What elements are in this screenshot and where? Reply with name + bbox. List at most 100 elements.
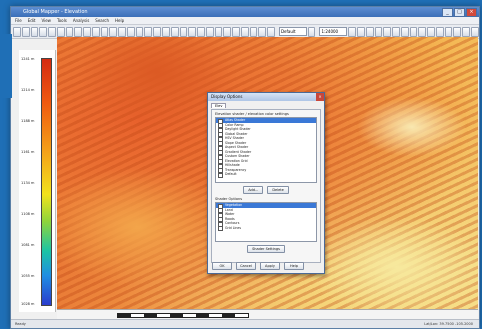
toolbar-tool-icon[interactable] <box>374 26 383 37</box>
legend-tick: 1188 m <box>21 119 35 123</box>
legend-tick: 1081 m <box>21 243 35 247</box>
title-bar: Global Mapper - Elevation _ □ × <box>11 7 479 17</box>
toolbar-tool-icon[interactable] <box>392 26 400 37</box>
legend-tick: 1161 m <box>21 150 35 154</box>
list-item[interactable]: Default <box>216 172 316 178</box>
toolbar-tool-icon[interactable] <box>470 26 479 37</box>
zoom-combo[interactable]: 1:24000 <box>319 27 348 36</box>
toolbar-tool-icon[interactable] <box>356 26 365 37</box>
toolbar-tool-icon[interactable] <box>232 26 240 37</box>
list-item-label: Grid Lines <box>225 225 242 230</box>
toolbar-tool-icon[interactable] <box>144 26 153 37</box>
toolbar-tool-icon[interactable] <box>223 26 232 37</box>
menu-search[interactable]: Search <box>95 18 109 23</box>
toolbar-tool-icon[interactable] <box>444 26 453 37</box>
menu-view[interactable]: View <box>41 18 51 23</box>
app-window: Global Mapper - Elevation _ □ × File Edi… <box>10 6 480 329</box>
checkbox[interactable] <box>218 172 223 178</box>
toolbar-tool-icon[interactable] <box>83 26 91 37</box>
toolbar-tool-icon[interactable] <box>453 26 462 37</box>
legend-tick: 1055 m <box>21 274 35 278</box>
toolbar-tool-icon[interactable] <box>383 26 392 37</box>
legend-tick: 1134 m <box>21 181 35 185</box>
minimize-button[interactable]: _ <box>442 7 453 17</box>
add-button[interactable]: Add... <box>243 186 264 194</box>
elevation-legend: 1241 m 1214 m 1188 m 1161 m 1134 m 1108 … <box>19 50 56 312</box>
shader-settings-button[interactable]: Shader Settings <box>247 245 285 253</box>
toolbar-tool-icon[interactable] <box>30 26 39 37</box>
window-title: Global Mapper - Elevation <box>23 9 88 15</box>
shader-list[interactable]: Atlas Shader Color Ramp Daylight Shader Glo… <box>215 117 317 183</box>
legend-tick: 1028 m <box>21 302 35 306</box>
toolbar-tool-icon[interactable] <box>39 26 48 37</box>
legend-tick: 1241 m <box>21 57 35 61</box>
menu-analysis[interactable]: Analysis <box>73 18 89 23</box>
shader-options-label: Shader Options <box>215 197 243 201</box>
scale-ruler <box>117 313 249 318</box>
dialog-title: Display Options <box>211 94 243 99</box>
legend-tick: 1108 m <box>21 212 35 216</box>
ok-button[interactable]: OK <box>212 262 232 270</box>
display-options-dialog: Display Options × Elev Elevation shader … <box>207 92 325 274</box>
list-item[interactable]: Grid Lines <box>216 225 316 232</box>
shader-group-label: Elevation shader / elevation color setti… <box>215 112 289 116</box>
menu-help[interactable]: Help <box>115 18 124 23</box>
toolbar-tool-icon[interactable] <box>427 26 435 37</box>
toolbar-tool-icon[interactable] <box>135 26 144 37</box>
legend-tick: 1214 m <box>21 88 35 92</box>
toolbar-tool-icon[interactable] <box>179 26 188 37</box>
dialog-title-bar: Display Options × <box>208 93 324 101</box>
toolbar-tool-icon[interactable] <box>21 26 30 37</box>
toolbar-tool-icon[interactable] <box>48 26 56 37</box>
toolbar-tool-icon[interactable] <box>126 26 135 37</box>
toolbar-tool-icon[interactable] <box>91 26 100 37</box>
toolbar-tool-icon[interactable] <box>418 26 427 37</box>
toolbar-tool-icon[interactable] <box>118 26 126 37</box>
toolbar-tool-icon[interactable] <box>214 26 223 37</box>
toolbar-tool-icon[interactable] <box>409 26 418 37</box>
toolbar-tool-icon[interactable] <box>56 26 65 37</box>
toolbar-tool-icon[interactable] <box>205 26 214 37</box>
shader-options-list[interactable]: Vegetation Land Water Roads Contours Grid Lin… <box>215 202 317 242</box>
maximize-button[interactable]: □ <box>454 7 465 17</box>
toolbar-tool-icon[interactable] <box>307 26 316 37</box>
toolbar-tool-icon[interactable] <box>100 26 109 37</box>
toolbar-tool-icon[interactable] <box>435 26 444 37</box>
toolbar-tool-icon[interactable] <box>13 26 21 37</box>
menu-tools[interactable]: Tools <box>57 18 67 23</box>
toolbar-tool-icon[interactable] <box>162 26 170 37</box>
toolbar-tool-icon[interactable] <box>188 26 197 37</box>
brand-tab <box>0 34 12 98</box>
toolbar-tool-icon[interactable] <box>400 26 409 37</box>
toolbar-tool-icon[interactable] <box>462 26 470 37</box>
checkbox[interactable] <box>218 226 223 232</box>
help-button[interactable]: Help <box>284 262 304 270</box>
menu-edit[interactable]: Edit <box>28 18 36 23</box>
dialog-close-button[interactable]: × <box>316 93 324 101</box>
toolbar-tool-icon[interactable] <box>240 26 249 37</box>
tab-elev[interactable]: Elev <box>211 103 227 108</box>
toolbar-tool-icon[interactable] <box>348 26 356 37</box>
toolbar-tool-icon[interactable] <box>365 26 374 37</box>
color-bar <box>41 58 52 306</box>
menu-file[interactable]: File <box>15 18 22 23</box>
close-button[interactable]: × <box>466 7 477 17</box>
toolbar-tool-icon[interactable] <box>153 26 162 37</box>
toolbar-tool-icon[interactable] <box>109 26 118 37</box>
dialog-panel: Elevation shader / elevation color setti… <box>211 109 321 263</box>
menu-bar: File Edit View Tools Analysis Search Hel… <box>11 17 479 25</box>
cancel-button[interactable]: Cancel <box>236 262 256 270</box>
toolbar-tool-icon[interactable] <box>170 26 179 37</box>
toolbar-tool-icon[interactable] <box>258 26 267 37</box>
toolbar-tool-icon[interactable] <box>65 26 74 37</box>
toolbar-tool-icon[interactable] <box>249 26 258 37</box>
layer-combo[interactable]: Default <box>278 27 307 36</box>
map-terrain-patch <box>357 97 467 157</box>
list-item-label: Default <box>225 172 237 176</box>
apply-button[interactable]: Apply <box>260 262 280 270</box>
toolbar-tool-icon[interactable] <box>74 26 83 37</box>
map-terrain-patch <box>307 217 478 309</box>
delete-button[interactable]: Delete <box>267 186 289 194</box>
toolbar-tool-icon[interactable] <box>197 26 205 37</box>
toolbar-tool-icon[interactable] <box>267 26 275 37</box>
